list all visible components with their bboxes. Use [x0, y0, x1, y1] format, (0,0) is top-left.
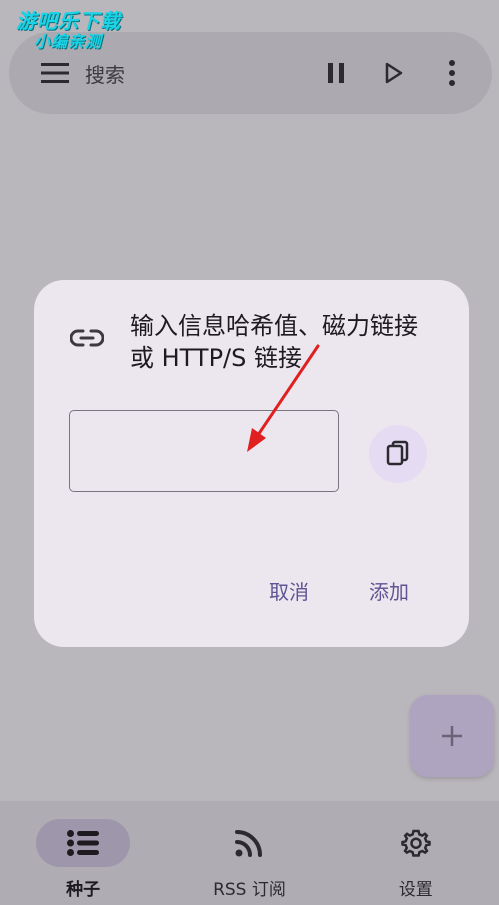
nav-item-rss[interactable]: RSS 订阅 [166, 801, 332, 905]
nav-item-torrents[interactable]: 种子 [0, 801, 166, 905]
add-torrent-fab[interactable] [410, 695, 494, 777]
link-icon [69, 326, 105, 350]
dialog-title: 输入信息哈希值、磁力链接或 HTTP/S 链接 [130, 312, 418, 372]
nav-item-settings[interactable]: 设置 [333, 801, 499, 905]
search-bar[interactable]: 搜索 [9, 32, 492, 114]
plus-icon [442, 726, 462, 746]
bottom-navigation: 种子 RSS 订阅 设置 [0, 801, 499, 905]
add-torrent-dialog: 输入信息哈希值、磁力链接或 HTTP/S 链接 取消 添加 [34, 280, 469, 647]
more-options-icon[interactable] [432, 53, 472, 93]
nav-label-settings: 设置 [398, 880, 433, 900]
gear-icon [369, 819, 463, 867]
clipboard-icon [386, 440, 409, 466]
cancel-button[interactable]: 取消 [269, 576, 309, 605]
nav-label-torrents: 种子 [66, 880, 101, 900]
link-input-field[interactable] [69, 410, 339, 492]
resume-all-icon[interactable] [374, 53, 414, 93]
nav-label-rss: RSS 订阅 [213, 880, 286, 900]
rss-icon [202, 819, 296, 867]
menu-icon[interactable] [35, 53, 75, 93]
pause-all-icon[interactable] [316, 53, 356, 93]
paste-button[interactable] [369, 425, 427, 483]
add-button[interactable]: 添加 [369, 576, 409, 605]
list-icon [36, 819, 131, 867]
search-input[interactable]: 搜索 [85, 59, 316, 88]
